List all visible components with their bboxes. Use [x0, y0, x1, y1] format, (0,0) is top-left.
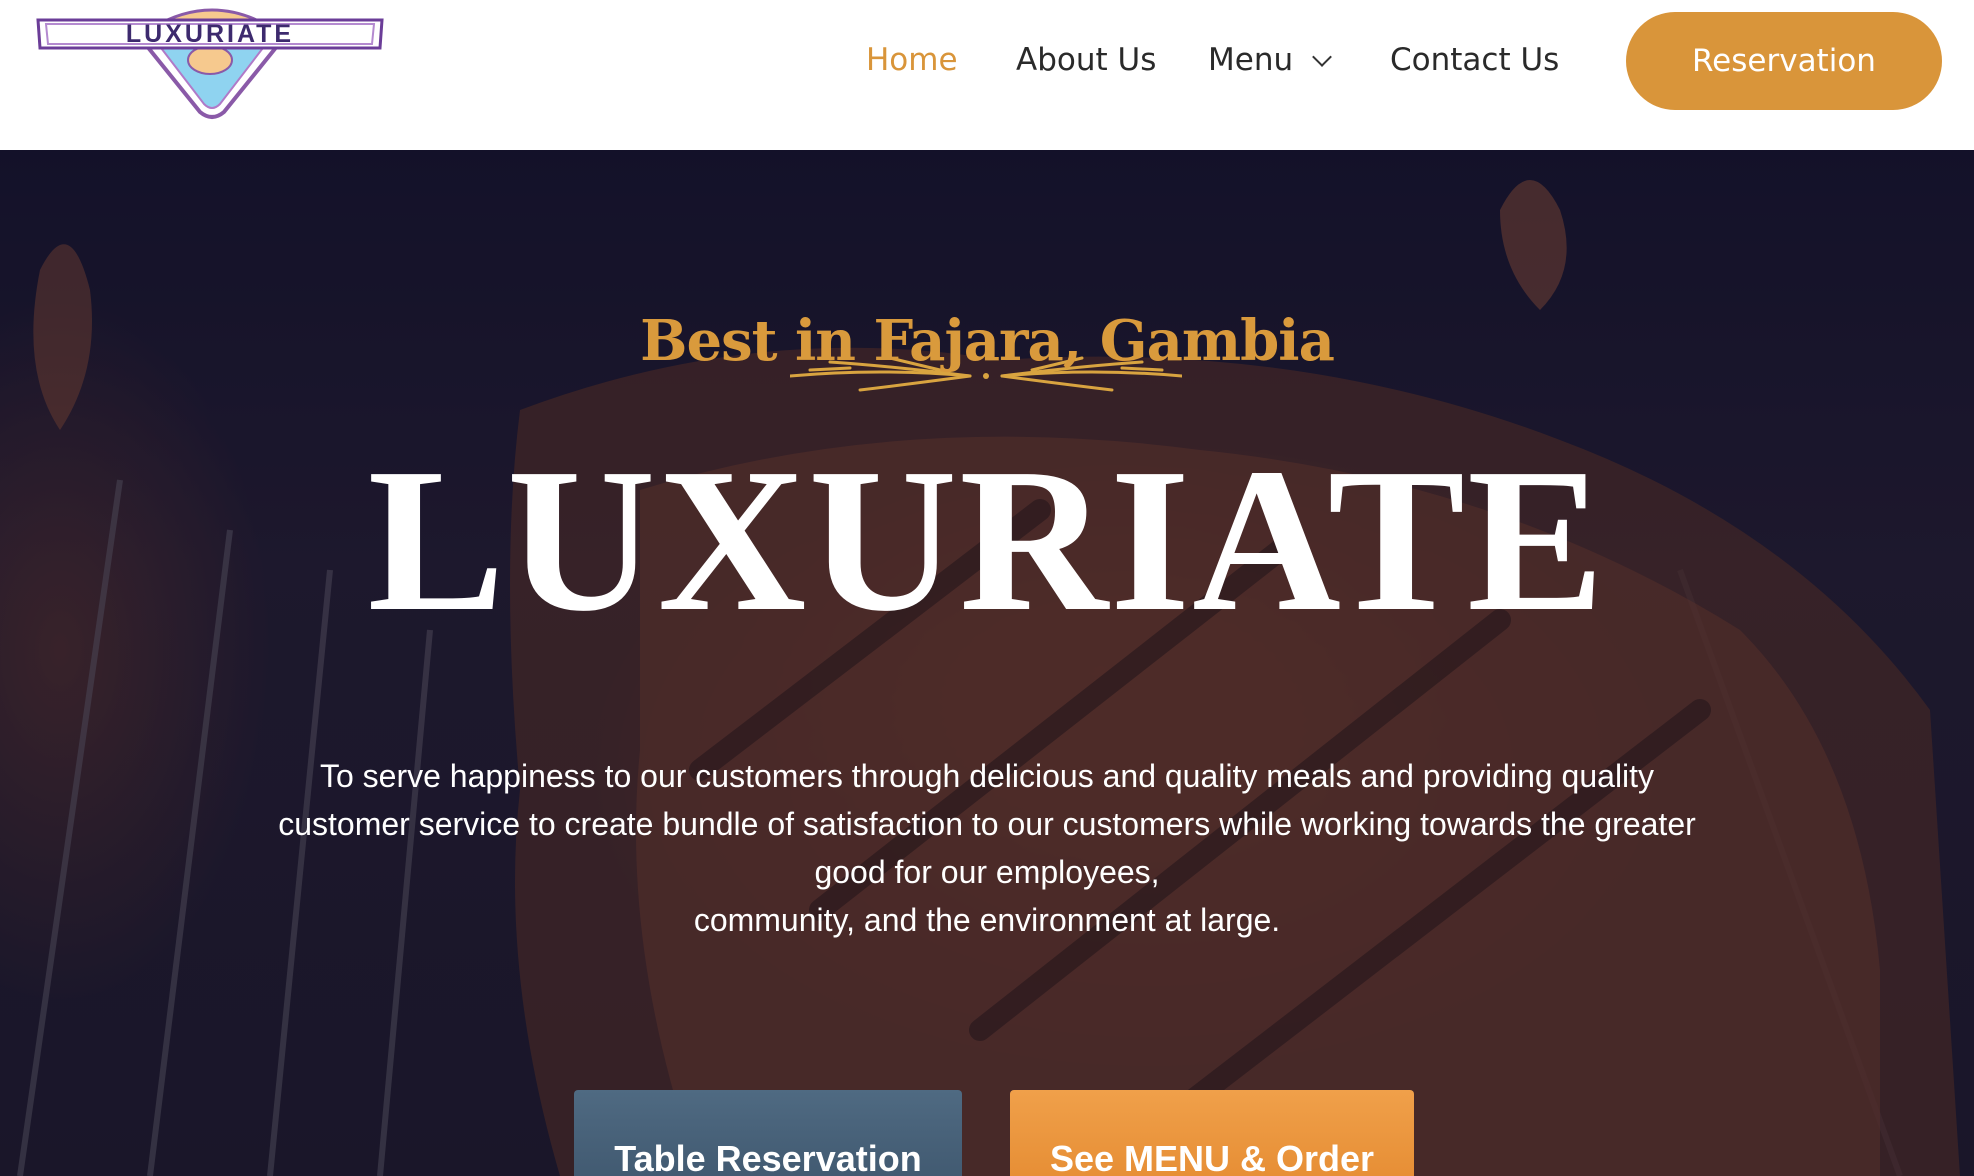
- hero-title: LUXURIATE: [367, 425, 1607, 654]
- hero-section: Best in Fajara, Gambia LUXURIATE To serv…: [0, 150, 1974, 1176]
- luxuriate-logo[interactable]: LUXURIATE: [34, 0, 386, 124]
- mission-line: community, and the environment at large.: [693, 902, 1281, 938]
- hero-subtitle: Best in Fajara, Gambia: [640, 308, 1335, 374]
- table-reservation-button[interactable]: Table Reservation: [574, 1090, 962, 1176]
- mission-line: To serve happiness to our customers thro…: [319, 758, 1655, 794]
- nav-home[interactable]: Home: [866, 38, 958, 82]
- mission-statement: To serve happiness to our customers thro…: [220, 752, 1754, 944]
- nav-menu-label: Menu: [1208, 42, 1294, 78]
- mission-line: good for our employees,: [814, 854, 1160, 890]
- logo-text: LUXURIATE: [126, 20, 294, 48]
- hero-overlay: [0, 150, 1974, 1176]
- site-header: LUXURIATE Home About Us Menu Contact Us …: [0, 0, 1974, 150]
- nav-menu[interactable]: Menu: [1208, 38, 1333, 82]
- reservation-button[interactable]: Reservation: [1626, 12, 1942, 110]
- nav-contact-us[interactable]: Contact Us: [1390, 38, 1559, 82]
- see-menu-order-button[interactable]: See MENU & Order: [1010, 1090, 1414, 1176]
- nav-about-us[interactable]: About Us: [1016, 38, 1156, 82]
- mission-line: customer service to create bundle of sat…: [278, 806, 1696, 842]
- chevron-down-icon: [1312, 47, 1333, 67]
